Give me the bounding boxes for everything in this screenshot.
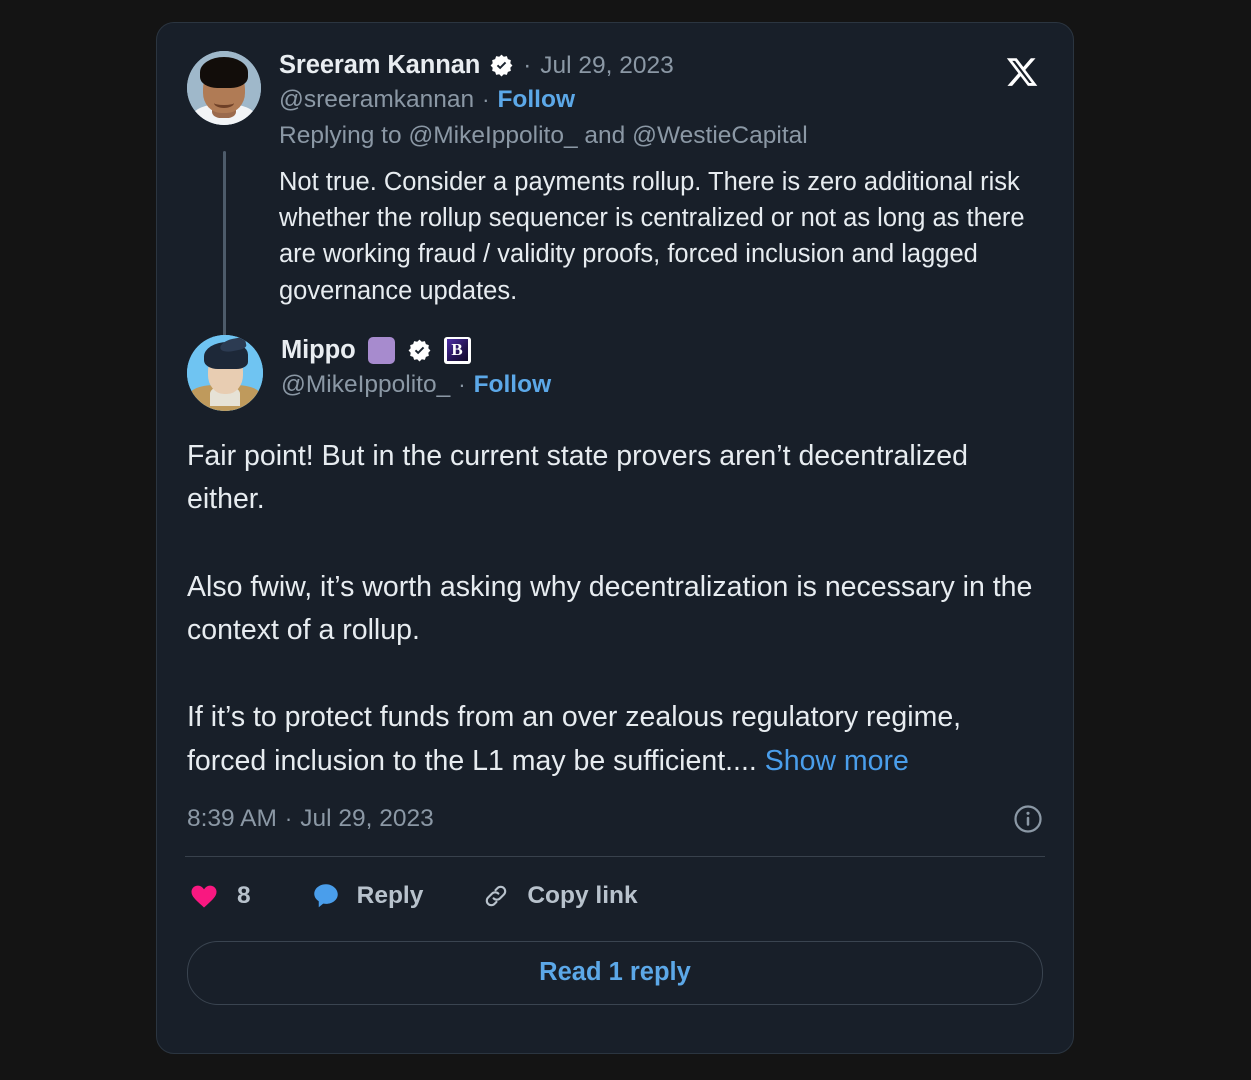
avatar-sreeram-kannan[interactable] [187, 51, 261, 125]
main-header-text: Mippo B @MikeIppolito_ · Follow [281, 335, 551, 398]
main-name-line: Mippo B [281, 335, 551, 364]
action-bar: 8 Reply Copy link [157, 857, 1073, 913]
like-button[interactable]: 8 [187, 879, 251, 913]
link-chain-icon [479, 879, 513, 913]
timestamp-separator: · [284, 805, 293, 831]
tweet-time: 8:39 AM [187, 804, 277, 832]
main-handle: @MikeIppolito_ [281, 370, 451, 398]
like-count: 8 [237, 881, 251, 909]
parent-name-separator: · [523, 51, 532, 79]
parent-tweet-header: Sreeram Kannan · Jul 29, 2023 @sreeramka… [187, 51, 1043, 150]
parent-follow-link[interactable]: Follow [497, 87, 575, 113]
read-replies-button[interactable]: Read 1 reply [187, 940, 1043, 1005]
read-replies-label: Read 1 reply [539, 958, 691, 986]
parent-tweet-body: Not true. Consider a payments rollup. Th… [279, 167, 1025, 305]
speech-bubble-icon [309, 879, 343, 913]
reply-label: Reply [356, 881, 424, 909]
main-handle-separator: · [458, 372, 466, 397]
replying-to-mention-1[interactable]: @MikeIppolito_ [408, 122, 577, 149]
show-more-link[interactable]: Show more [765, 745, 909, 777]
avatar-mippo[interactable] [187, 334, 263, 411]
parent-handle-line: @sreeramkannan · Follow [279, 85, 808, 113]
copy-link-label: Copy link [527, 881, 638, 909]
parent-header-text: Sreeram Kannan · Jul 29, 2023 @sreeramka… [279, 51, 808, 150]
main-tweet-text: Fair point! But in the current state pro… [187, 439, 1033, 777]
tweet-date: Jul 29, 2023 [300, 804, 434, 832]
tweet-card: Sreeram Kannan · Jul 29, 2023 @sreeramka… [156, 22, 1074, 1054]
timestamp-group: 8:39 AM · Jul 29, 2023 [187, 805, 434, 833]
reply-button[interactable]: Reply [309, 879, 424, 913]
parent-display-name: Sreeram Kannan [279, 51, 481, 79]
parent-handle-separator: · [482, 86, 490, 112]
replying-to-mention-2[interactable]: @WestieCapital [632, 122, 808, 149]
screenshot-root: Sreeram Kannan · Jul 29, 2023 @sreeramka… [0, 0, 1251, 1080]
copy-link-button[interactable]: Copy link [479, 879, 638, 913]
main-handle-line: @MikeIppolito_ · Follow [281, 370, 552, 398]
purple-square-emoji-icon [367, 336, 395, 364]
thread-connector-line [223, 151, 226, 341]
replying-to-prefix: Replying to [279, 122, 409, 149]
parent-name-line: Sreeram Kannan · Jul 29, 2023 [279, 51, 808, 79]
timestamp-row: 8:39 AM · Jul 29, 2023 [157, 784, 1073, 834]
main-display-name: Mippo [281, 335, 356, 364]
organization-badge-icon: B [443, 336, 471, 364]
organization-badge-letter: B [446, 339, 468, 362]
main-tweet-body: Fair point! But in the current state pro… [157, 411, 1073, 784]
verified-badge-icon [489, 53, 514, 78]
main-tweet-header: Mippo B @MikeIppolito_ · Follow [157, 309, 1073, 411]
parent-tweet: Sreeram Kannan · Jul 29, 2023 @sreeramka… [157, 23, 1073, 341]
replying-to-conjunction: and [577, 122, 633, 149]
parent-date: Jul 29, 2023 [540, 51, 674, 79]
info-circle-icon[interactable] [1013, 804, 1043, 834]
verified-badge-icon [407, 338, 432, 363]
main-follow-link[interactable]: Follow [474, 372, 552, 398]
replying-to-line: Replying to @MikeIppolito_ and @WestieCa… [279, 122, 808, 150]
parent-handle: @sreeramkannan [279, 85, 475, 113]
heart-icon [187, 879, 221, 913]
